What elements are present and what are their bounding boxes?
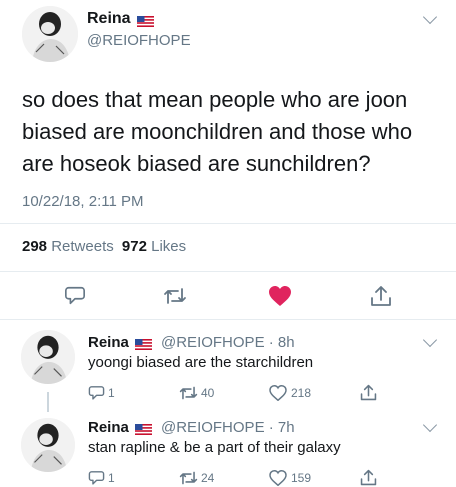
share-icon[interactable] [360,383,377,402]
chevron-down-icon[interactable] [422,417,438,433]
us-flag-icon [135,421,152,439]
reply-icon [88,386,105,400]
avatar[interactable] [22,6,78,62]
thread-line [47,392,49,412]
tweet-stats: 298 Retweets 972 Likes [22,238,186,255]
reply-icon [88,471,105,485]
reply-count: 1 [108,470,115,485]
heart-icon [269,385,287,401]
avatar[interactable] [21,418,75,472]
reply-author-name[interactable]: Reina [88,419,129,436]
us-flag-icon [135,336,152,354]
likes-count[interactable]: 972 [122,238,147,255]
like-count: 159 [291,471,312,485]
retweet-icon[interactable] [163,286,187,306]
retweets-count[interactable]: 298 [22,238,47,255]
reply-action-reply[interactable]: 1 [88,384,115,401]
retweets-label[interactable]: Retweets [51,238,114,255]
reply-icon[interactable] [64,285,86,307]
reply-action-retweet[interactable]: 24 [179,470,214,486]
heart-icon [269,470,287,486]
reply-action-reply[interactable]: 1 [88,469,115,486]
reply-count: 1 [108,385,115,400]
like-count: 218 [291,386,312,400]
retweet-icon [179,386,198,400]
author-handle[interactable]: @REIOFHOPE [87,32,191,49]
share-icon[interactable] [360,468,377,487]
author-name[interactable]: Reina [87,10,131,28]
reply-author-name[interactable]: Reina [88,334,129,351]
tweet-text-line: are hoseok biased are sunchildren? [22,151,371,176]
tweet-timestamp[interactable]: 10/22/18, 2:11 PM [22,193,143,210]
reply-text: yoongi biased are the starchildren [88,354,314,371]
reply-handle-time[interactable]: @REIOFHOPE · 7h [161,419,295,436]
chevron-down-icon[interactable] [422,9,438,25]
reply-text: stan rapline & be a part of their galaxy [88,439,341,456]
share-icon[interactable] [370,284,392,308]
divider [0,319,456,320]
reply-action-like[interactable]: 218 [269,385,311,401]
heart-icon[interactable] [268,285,292,307]
us-flag-icon [137,13,154,31]
chevron-down-icon[interactable] [422,332,438,348]
tweet-text-line: so does that mean people who are joon [22,87,408,112]
retweet-count: 24 [201,471,215,485]
reply-action-like[interactable]: 159 [269,470,311,486]
reply-handle-time[interactable]: @REIOFHOPE · 8h [161,334,295,351]
reply-action-retweet[interactable]: 40 [179,385,214,401]
tweet-text-line: biased are moonchildren and those who [22,119,413,144]
avatar[interactable] [21,330,75,384]
retweet-count: 40 [201,386,215,400]
divider [0,223,456,224]
likes-label[interactable]: Likes [151,238,186,255]
retweet-icon [179,471,198,485]
divider [0,271,456,272]
tweet-text: so does that mean people who are joon bi… [22,84,412,180]
